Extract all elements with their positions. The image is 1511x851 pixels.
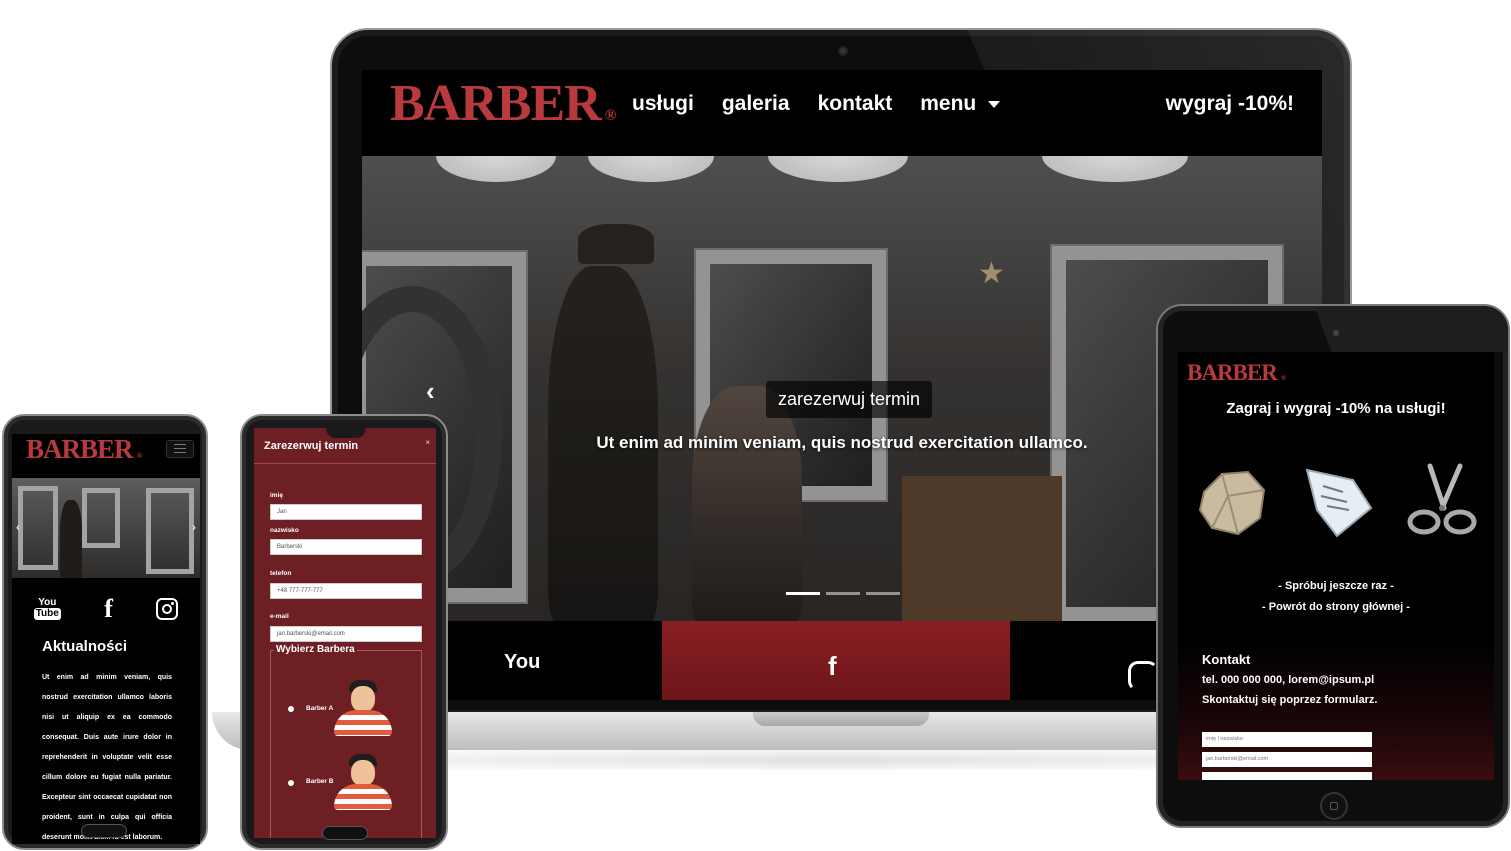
paper-icon[interactable] <box>1297 462 1377 542</box>
first-name-field[interactable]: Jan <box>270 504 422 520</box>
social-icons: You Tube f <box>12 594 200 624</box>
phone-booking-frame: Zarezerwuj termin × imię Jan nazwisko Ba… <box>240 414 448 850</box>
contact-section: Kontakt tel. 000 000 000, lorem@ipsum.pl… <box>1178 640 1494 780</box>
carousel-next-icon[interactable]: › <box>192 520 196 534</box>
modal-title: Zarezerwuj termin <box>264 440 359 452</box>
hero-image: ‹ › <box>12 478 200 578</box>
nav-item-galeria[interactable]: galeria <box>722 92 790 116</box>
close-icon[interactable]: × <box>425 438 430 447</box>
carousel-indicators <box>786 592 900 595</box>
barber-b-radio[interactable] <box>288 780 294 786</box>
laptop-camera <box>838 46 848 56</box>
youtube-top-text: You <box>38 597 57 608</box>
contact-phone-email: tel. 000 000 000, lorem@ipsum.pl <box>1202 674 1375 686</box>
instagram-icon[interactable] <box>156 598 179 620</box>
brand-text: BARBER <box>1187 360 1278 385</box>
news-text: Ut enim ad minim veniam, quis nostrud ex… <box>42 674 172 841</box>
facebook-icon[interactable]: f <box>828 651 837 682</box>
first-name-label: imię <box>270 492 284 499</box>
game-heading: Zagraj i wygraj -10% na usługi! <box>1226 400 1446 417</box>
carousel-dot[interactable] <box>786 592 820 595</box>
contact-form-hint: Skontaktuj się poprzez formularz. <box>1202 694 1378 706</box>
brand-logo[interactable]: BARBER ® <box>1187 360 1286 386</box>
tablet-frame: BARBER ® Zagraj i wygraj -10% na usługi! … <box>1156 304 1510 828</box>
scissors-icon[interactable] <box>1402 462 1482 542</box>
nav-item-menu[interactable]: menu <box>920 92 1001 116</box>
phone-home-button[interactable] <box>322 826 368 840</box>
phone-news-frame: BARBER ® ‹ › You Tube f Aktualności Ut en… <box>2 414 208 850</box>
registered-mark: ® <box>136 451 143 460</box>
try-again-link[interactable]: - Spróbuj jeszcze raz - <box>1178 580 1494 592</box>
nav-menu-label: menu <box>920 92 977 115</box>
last-name-field[interactable]: Barberski <box>270 539 422 555</box>
carousel-dot[interactable] <box>866 592 900 595</box>
rock-icon[interactable] <box>1192 462 1272 542</box>
caret-down-icon <box>988 100 1001 108</box>
brand-text: BARBER <box>26 434 134 464</box>
nav-item-uslugi[interactable]: usługi <box>632 92 694 116</box>
barber-b-label: Barber B <box>306 778 334 785</box>
phone-field[interactable]: +48 777-777-777 <box>270 583 422 599</box>
youtube-icon[interactable]: You Tube <box>33 597 61 620</box>
barber-a-label: Barber A <box>306 705 334 712</box>
contact-name-input[interactable]: imię i nazwisko <box>1202 732 1372 747</box>
site-header: BARBER ® usługi galeria kontakt menu wygr… <box>362 70 1322 156</box>
phone-home-button[interactable] <box>81 824 127 838</box>
facebook-icon[interactable]: f <box>104 594 113 624</box>
youtube-icon[interactable]: You <box>504 651 540 674</box>
instagram-icon[interactable] <box>1128 661 1158 691</box>
last-name-label: nazwisko <box>270 527 299 534</box>
book-appointment-button[interactable]: zarezerwuj termin <box>766 381 933 418</box>
promo-link[interactable]: wygraj -10%! <box>1166 92 1294 116</box>
booking-modal: Zarezerwuj termin × imię Jan nazwisko Ba… <box>254 428 436 838</box>
brand-text: BARBER <box>390 75 602 132</box>
brand-logo[interactable]: BARBER ® <box>26 434 143 465</box>
email-field[interactable]: jan.barberski@email.com <box>270 626 422 642</box>
nav-item-kontakt[interactable]: kontakt <box>818 92 893 116</box>
phone-label: telefon <box>270 570 292 577</box>
brand-logo[interactable]: BARBER ® <box>390 74 617 133</box>
barber-legend: Wybierz Barbera <box>274 644 357 655</box>
hero-barber-figure <box>60 500 82 578</box>
laptop-notch <box>753 712 929 726</box>
tablet-camera <box>1333 330 1339 336</box>
contact-title: Kontakt <box>1202 652 1251 667</box>
registered-mark: ® <box>604 107 617 124</box>
email-label: e-mail <box>270 613 289 620</box>
hamburger-menu-icon[interactable] <box>166 440 194 458</box>
phone-news-screen: BARBER ® ‹ › You Tube f Aktualności Ut en… <box>12 434 200 844</box>
contact-message-input[interactable] <box>1202 772 1372 780</box>
back-home-link[interactable]: - Powrót do strony głównej - <box>1178 601 1494 613</box>
barber-a-radio[interactable] <box>288 706 294 712</box>
tablet-glare <box>1314 306 1508 352</box>
carousel-dot[interactable] <box>826 592 860 595</box>
phone-notch <box>326 428 366 438</box>
carousel-prev-icon[interactable]: ‹ <box>426 376 435 407</box>
registered-mark: ® <box>1280 375 1286 382</box>
tablet-screen: BARBER ® Zagraj i wygraj -10% na usługi! … <box>1178 352 1494 780</box>
carousel-prev-icon[interactable]: ‹ <box>16 520 20 534</box>
mirror-frame <box>18 486 58 570</box>
contact-email-input[interactable]: jan.barberski@email.com <box>1202 752 1372 767</box>
youtube-bottom-text: Tube <box>33 608 61 620</box>
mirror-frame <box>82 488 120 548</box>
mirror-frame <box>146 488 194 574</box>
game-choices <box>1192 462 1482 542</box>
main-nav: usługi galeria kontakt menu <box>632 92 1001 116</box>
tablet-home-button[interactable] <box>1320 792 1348 820</box>
barber-a-avatar <box>334 680 392 736</box>
news-title: Aktualności <box>42 638 128 655</box>
barber-b-avatar <box>334 754 392 810</box>
